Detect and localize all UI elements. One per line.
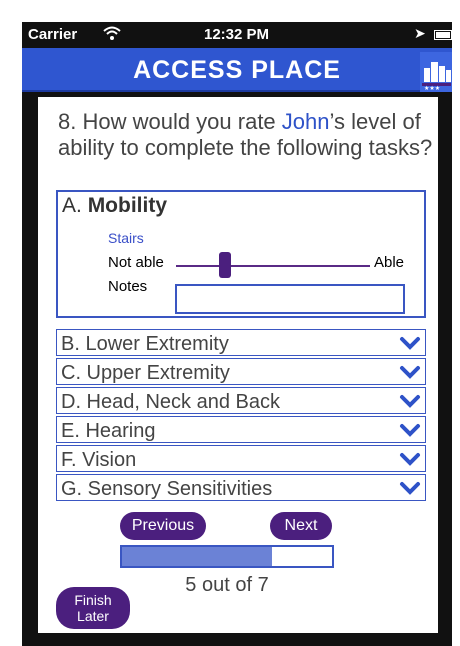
category-label: F. Vision <box>61 449 137 471</box>
slider-track[interactable] <box>176 265 370 267</box>
category-label: D. Head, Neck and Back <box>61 391 280 413</box>
notes-label: Notes <box>108 278 148 295</box>
chevron-down-icon[interactable] <box>399 364 421 380</box>
slider-min-label: Not able <box>108 254 164 271</box>
question-panel: 8. How would you rate John’s level of ab… <box>38 97 438 633</box>
question-text: 8. How would you rate John’s level of ab… <box>58 109 438 161</box>
slider-thumb[interactable] <box>218 252 231 278</box>
category-row-sensory-sensitivities[interactable]: G. Sensory Sensitivities <box>56 474 426 501</box>
chevron-down-icon[interactable] <box>399 422 421 438</box>
location-arrow-icon: ➤ <box>414 25 426 41</box>
category-row-lower-extremity[interactable]: B. Lower Extremity <box>56 329 426 356</box>
nav-bar: ACCESS PLACE ★★★ <box>22 48 452 92</box>
subject-name: John <box>281 109 330 134</box>
category-label: B. Lower Extremity <box>61 333 229 355</box>
category-label: E. Hearing <box>61 420 156 442</box>
finish-later-line2: Later <box>77 608 109 624</box>
category-label: G. Sensory Sensitivities <box>61 478 273 500</box>
category-row-upper-extremity[interactable]: C. Upper Extremity <box>56 358 426 385</box>
category-label: C. Upper Extremity <box>61 362 230 384</box>
wifi-icon <box>102 25 122 45</box>
battery-icon <box>434 30 452 40</box>
category-row-head-neck-back[interactable]: D. Head, Neck and Back <box>56 387 426 414</box>
card-letter: A. <box>62 194 82 217</box>
progress-bar <box>120 545 334 568</box>
category-row-vision[interactable]: F. Vision <box>56 445 426 472</box>
chevron-down-icon[interactable] <box>399 393 421 409</box>
next-button[interactable]: Next <box>270 512 332 540</box>
progress-fill <box>122 547 272 566</box>
chevron-down-icon[interactable] <box>399 335 421 351</box>
progress-text: 5 out of 7 <box>185 574 269 596</box>
category-row-hearing[interactable]: E. Hearing <box>56 416 426 443</box>
status-bar: Carrier 12:32 PM ➤ <box>22 22 452 48</box>
previous-button[interactable]: Previous <box>120 512 206 540</box>
slider-sub-label: Stairs <box>108 230 144 246</box>
card-title: A. Mobility <box>62 194 167 218</box>
finish-later-button[interactable]: Finish Later <box>56 587 130 629</box>
status-time: 12:32 PM <box>204 26 270 43</box>
slider-max-label: Able <box>374 254 405 271</box>
carrier-label: Carrier <box>28 26 78 43</box>
app-title: ACCESS PLACE <box>133 56 341 84</box>
notes-input[interactable] <box>175 284 405 314</box>
card-title-text: Mobility <box>87 194 168 217</box>
finish-later-line1: Finish <box>74 592 112 608</box>
svg-text:★★★: ★★★ <box>424 85 440 92</box>
building-logo-icon[interactable]: ★★★ <box>420 52 452 92</box>
chevron-down-icon[interactable] <box>399 451 421 467</box>
question-prefix: 8. How would you rate <box>58 109 282 134</box>
chevron-down-icon[interactable] <box>399 480 421 496</box>
mobility-card: A. Mobility Stairs Not able Able Notes <box>56 190 426 318</box>
